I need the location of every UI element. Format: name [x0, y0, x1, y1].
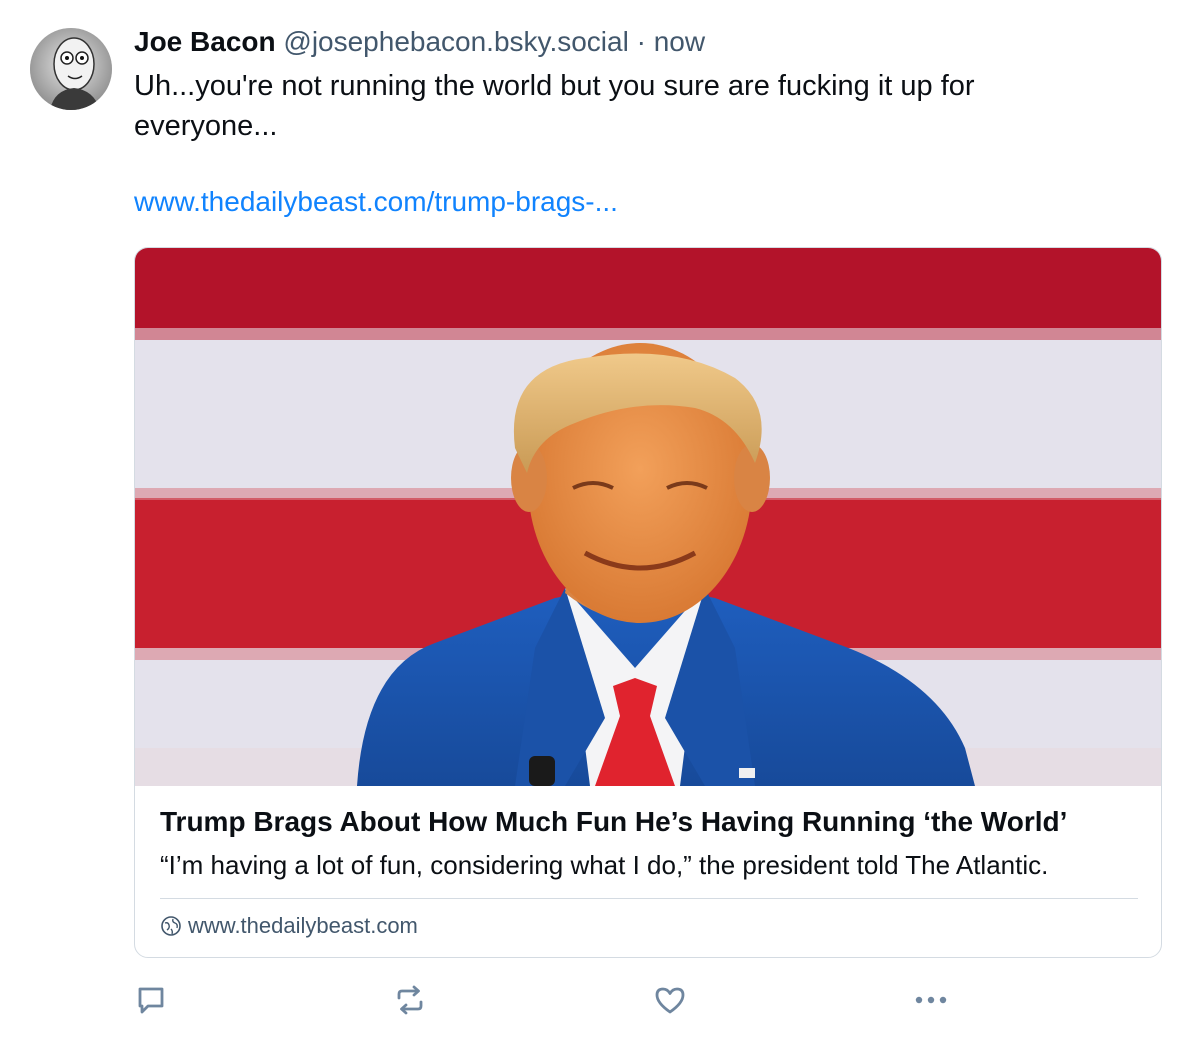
- more-icon: [915, 996, 947, 1004]
- article-title: Trump Brags About How Much Fun He’s Havi…: [160, 806, 1068, 837]
- card-divider: [160, 898, 1138, 899]
- like-button[interactable]: [650, 980, 690, 1020]
- repost-button[interactable]: [390, 980, 430, 1020]
- author-display-name[interactable]: Joe Bacon: [134, 26, 276, 57]
- heart-icon: [655, 987, 685, 1014]
- author-avatar[interactable]: [30, 28, 112, 110]
- user-avatar-icon: [30, 28, 112, 110]
- author-handle[interactable]: @josephebacon.bsky.social: [283, 26, 628, 57]
- article-domain-text: www.thedailybeast.com: [188, 913, 418, 938]
- post-link[interactable]: www.thedailybeast.com/trump-brags-...: [134, 184, 1164, 220]
- article-domain: www.thedailybeast.com: [160, 912, 418, 940]
- post-actions: [134, 980, 954, 1020]
- globe-icon: [161, 916, 181, 936]
- post-timestamp[interactable]: now: [654, 26, 705, 57]
- repost-icon: [397, 985, 423, 1015]
- more-options-button[interactable]: [911, 980, 951, 1020]
- post-body-text: Uh...you're not running the world but yo…: [134, 70, 975, 142]
- reply-button[interactable]: [131, 980, 171, 1020]
- comment-icon: [138, 987, 164, 1014]
- article-description: “I’m having a lot of fun, considering wh…: [160, 850, 1049, 880]
- post-content: Joe Bacon @josephebacon.bsky.social · no…: [134, 24, 1164, 220]
- link-preview-image: [135, 248, 1161, 786]
- post: Joe Bacon @josephebacon.bsky.social · no…: [0, 0, 1190, 1042]
- post-header: Joe Bacon @josephebacon.bsky.social · no…: [134, 24, 1164, 60]
- article-thumbnail-image: [135, 248, 1161, 786]
- separator-dot: ·: [636, 26, 646, 57]
- link-preview-card[interactable]: Trump Brags About How Much Fun He’s Havi…: [134, 247, 1162, 958]
